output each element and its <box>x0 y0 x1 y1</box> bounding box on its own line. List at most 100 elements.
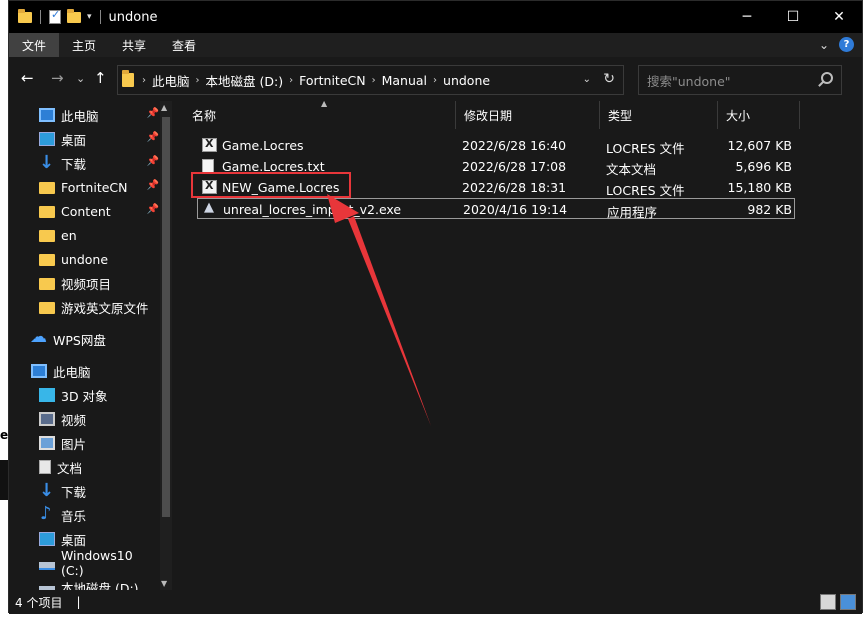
sidebar-item-label: 音乐 <box>61 508 87 524</box>
file-modified: 2022/6/28 17:08 <box>462 159 567 174</box>
sidebar-item-quick-desktop[interactable]: 桌面 📌 <box>39 127 159 151</box>
download-icon <box>39 480 55 501</box>
sidebar-item-game-english-files[interactable]: 游戏英文原文件 <box>39 295 159 319</box>
sidebar-item-drive-c[interactable]: Windows10 (C:) <box>39 548 159 578</box>
breadcrumb-fortnitecn[interactable]: FortniteCN <box>299 73 366 88</box>
pin-icon: 📌 <box>146 108 159 119</box>
breadcrumb-this-pc[interactable]: 此电脑 <box>152 71 190 90</box>
folder-icon <box>122 70 134 87</box>
sidebar-item-en[interactable]: en <box>39 223 159 247</box>
minimize-button[interactable]: ─ <box>724 1 770 33</box>
item-count: 4 个项目 <box>15 595 63 610</box>
back-button[interactable]: ← <box>21 69 34 87</box>
expand-ribbon-chevron-icon[interactable]: ⌄ <box>819 38 829 52</box>
scroll-down-arrow-icon[interactable]: ▼ <box>161 579 167 588</box>
search-input[interactable]: 搜索"undone" <box>638 65 842 95</box>
address-dropdown-chevron-icon[interactable]: ⌄ <box>583 74 591 85</box>
search-placeholder: 搜索"undone" <box>647 73 731 89</box>
breadcrumb-manual[interactable]: Manual <box>382 73 427 88</box>
address-bar[interactable]: › 此电脑 › 本地磁盘 (D:) › FortniteCN › Manual … <box>117 65 624 95</box>
window-controls: ─ ☐ ✕ <box>724 1 862 33</box>
file-modified: 2022/6/28 18:31 <box>462 180 567 195</box>
file-size: 5,696 KB <box>735 159 792 174</box>
refresh-icon[interactable]: ↻ <box>603 71 615 87</box>
sidebar-item-label: 下载 <box>61 156 87 172</box>
maximize-button[interactable]: ☐ <box>770 1 816 33</box>
navigation-pane: 此电脑 📌 桌面 📌 下载 📌 FortniteCN 📌 Content 📌 e… <box>9 101 172 590</box>
sidebar-item-label: 视频项目 <box>61 276 112 292</box>
file-row-focused[interactable]: unreal_locres_import_v2.exe 2020/4/16 19… <box>197 198 795 220</box>
sidebar-item-3d-objects[interactable]: 3D 对象 <box>39 383 159 407</box>
customize-toolbar-chevron-icon[interactable]: ▾ <box>87 12 92 22</box>
sidebar-item-label: 此电脑 <box>53 364 91 380</box>
file-size: 982 KB <box>747 202 792 217</box>
sidebar-item-label: 视频 <box>61 412 87 428</box>
sidebar-item-video-projects[interactable]: 视频项目 <box>39 271 159 295</box>
file-row[interactable]: Game.Locres 2022/6/28 16:40 LOCRES 文件 12… <box>192 135 792 156</box>
file-modified: 2022/6/28 16:40 <box>462 138 567 153</box>
sidebar-item-quick-downloads[interactable]: 下载 📌 <box>39 151 159 175</box>
sidebar-item-documents[interactable]: 文档 <box>39 455 159 479</box>
sidebar-item-fortnitecn[interactable]: FortniteCN 📌 <box>39 175 159 199</box>
sidebar-item-pictures[interactable]: 图片 <box>39 431 159 455</box>
breadcrumb-separator: › <box>195 74 200 86</box>
tab-view[interactable]: 查看 <box>159 33 209 57</box>
scrollbar-thumb[interactable] <box>162 117 170 517</box>
sidebar-item-downloads[interactable]: 下载 <box>39 479 159 503</box>
up-button[interactable]: ↑ <box>94 69 107 87</box>
sidebar-item-label: Windows10 (C:) <box>60 548 133 578</box>
locres-file-icon <box>202 137 217 152</box>
background-text-fragment: e <box>0 428 9 442</box>
toolbar-divider <box>99 10 101 24</box>
explorer-window: ▾ undone ─ ☐ ✕ 文件 主页 共享 查看 ⌄ ? ← → ⌄ ↑ ›… <box>8 0 863 614</box>
scroll-up-arrow-icon[interactable]: ▲ <box>161 103 167 112</box>
new-folder-icon[interactable] <box>67 8 81 23</box>
column-header-type[interactable]: 类型 <box>600 101 718 129</box>
desktop-icon <box>39 132 55 146</box>
sidebar-item-label: 图片 <box>61 436 87 452</box>
column-header-modified[interactable]: 修改日期 <box>456 101 600 129</box>
sidebar-item-quick-this-pc[interactable]: 此电脑 📌 <box>39 103 159 127</box>
column-header-size[interactable]: 大小 <box>718 101 800 129</box>
help-icon[interactable]: ? <box>839 37 854 52</box>
sidebar-item-drive-d[interactable]: 本地磁盘 (D:) <box>39 575 159 590</box>
file-size: 12,607 KB <box>727 138 792 153</box>
tab-file[interactable]: 文件 <box>9 33 60 57</box>
sidebar-item-label: 本地磁盘 (D:) <box>61 580 139 591</box>
sidebar-item-music[interactable]: 音乐 <box>39 503 159 527</box>
sidebar-item-videos[interactable]: 视频 <box>39 407 159 431</box>
tab-home[interactable]: 主页 <box>59 33 109 57</box>
column-header-name[interactable]: 名称 <box>184 101 456 129</box>
sidebar-item-wps-cloud[interactable]: WPS网盘 <box>30 327 159 351</box>
tab-share[interactable]: 共享 <box>109 33 159 57</box>
breadcrumb-separator: › <box>433 74 438 86</box>
close-button[interactable]: ✕ <box>816 1 862 33</box>
sidebar-item-label: en <box>61 227 77 243</box>
sidebar-item-this-pc[interactable]: 此电脑 <box>31 359 159 383</box>
3d-objects-icon <box>39 388 55 402</box>
breadcrumb-drive-d[interactable]: 本地磁盘 (D:) <box>206 71 284 90</box>
sidebar-item-label: 3D 对象 <box>61 388 108 404</box>
navigation-scrollbar[interactable]: ▲ ▼ <box>160 101 172 590</box>
status-bar: 4 个项目 | <box>9 590 862 614</box>
text-file-icon <box>202 159 214 173</box>
file-type: LOCRES 文件 <box>606 183 685 198</box>
sidebar-item-content[interactable]: Content 📌 <box>39 199 159 223</box>
sidebar-item-undone[interactable]: undone <box>39 247 159 271</box>
file-type: 文本文档 <box>606 162 657 177</box>
recent-locations-chevron-icon[interactable]: ⌄ <box>76 72 85 85</box>
sidebar-item-label: FortniteCN <box>61 179 128 195</box>
window-title: undone <box>108 9 158 25</box>
large-icons-view-icon[interactable] <box>840 594 856 610</box>
properties-icon[interactable] <box>49 8 61 24</box>
breadcrumb-undone[interactable]: undone <box>443 73 490 88</box>
highlight-box <box>191 172 351 198</box>
pin-icon: 📌 <box>146 156 159 167</box>
details-view-icon[interactable] <box>820 594 836 610</box>
file-type: LOCRES 文件 <box>606 141 685 156</box>
file-name: Game.Locres <box>222 138 304 153</box>
sidebar-item-label: 下载 <box>61 484 87 500</box>
forward-button[interactable]: → <box>51 69 64 87</box>
search-icon[interactable] <box>821 72 833 84</box>
sidebar-item-label: undone <box>61 251 109 267</box>
